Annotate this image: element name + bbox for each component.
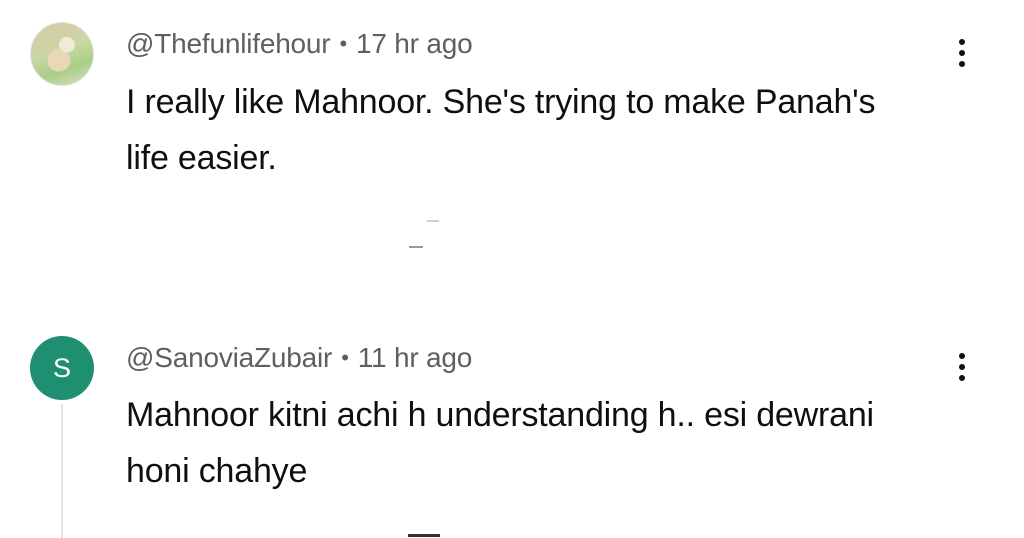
separator-dot: •	[341, 345, 349, 370]
comment-time: 11 hr ago	[357, 342, 473, 373]
avatar[interactable]: S	[30, 336, 94, 400]
thread-line	[61, 404, 63, 538]
comment-header: @Thefunlifehour • 17 hr ago	[126, 28, 473, 60]
more-vertical-icon	[959, 353, 965, 359]
scroll-indicator	[408, 534, 440, 537]
divider-fragment	[409, 246, 423, 248]
comment-author[interactable]: @SanoviaZubair	[126, 342, 332, 373]
more-options-button[interactable]	[938, 25, 986, 81]
divider-fragment	[427, 220, 439, 222]
comment-author[interactable]: @Thefunlifehour	[126, 28, 331, 59]
avatar-letter: S	[52, 352, 71, 383]
avatar[interactable]	[30, 22, 94, 86]
more-options-button[interactable]	[938, 339, 986, 395]
more-vertical-icon	[959, 39, 965, 45]
comment-item: S @SanoviaZubair • 11 hr ago Mahnoor kitni…	[0, 318, 1024, 538]
separator-dot: •	[339, 31, 347, 56]
comment-item: @Thefunlifehour • 17 hr ago I really like …	[0, 0, 1024, 290]
comment-time: 17 hr ago	[355, 28, 473, 59]
comment-text: I really like Mahnoor. She's trying to m…	[126, 83, 876, 177]
comment-text: Mahnoor kitni achi h understanding h.. e…	[126, 396, 874, 490]
comments-screen: @Thefunlifehour • 17 hr ago I really like …	[0, 0, 1024, 538]
comment-header: @SanoviaZubair • 11 hr ago	[126, 342, 472, 374]
